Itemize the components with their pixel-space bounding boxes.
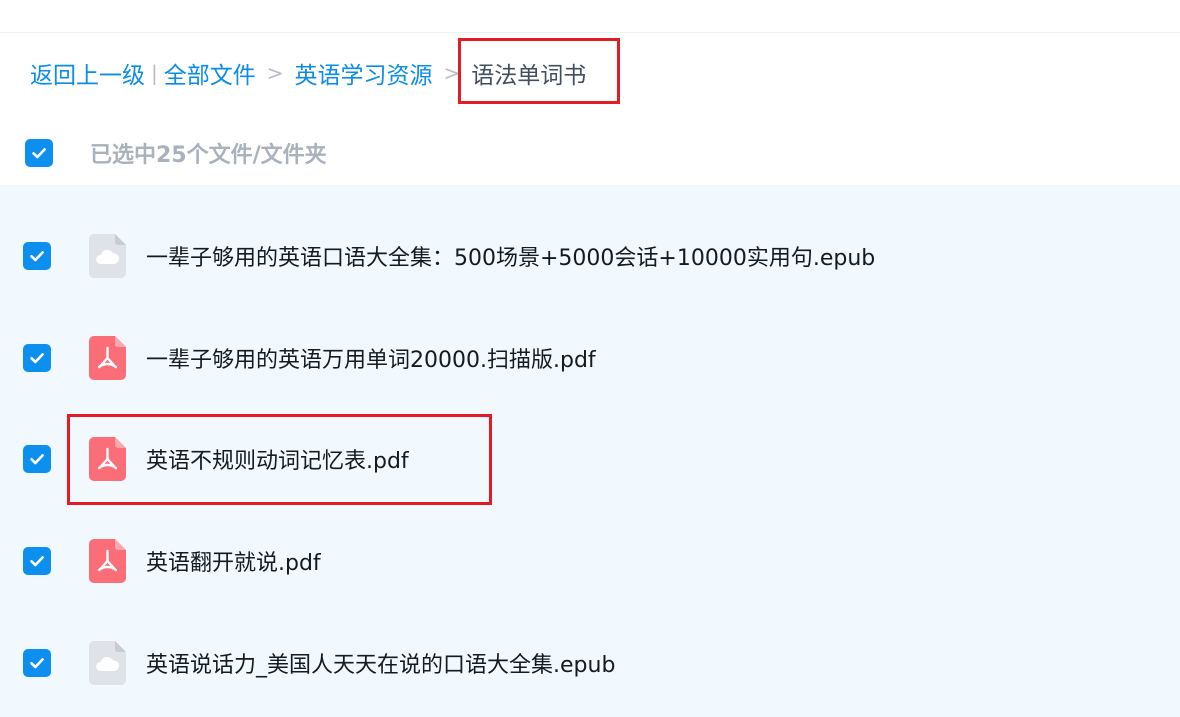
pdf-icon [89,336,126,380]
file-browser: 返回上一级 | 全部文件 > 英语学习资源 > 语法单词书 已选中25个文件/文… [0,0,1180,717]
file-checkbox[interactable] [23,649,51,677]
file-name[interactable]: 一辈子够用的英语万用单词20000.扫描版.pdf [146,342,596,374]
file-row[interactable]: 英语翻开就说.pdf [0,521,1180,601]
file-name[interactable]: 英语说话力_美国人天天在说的口语大全集.epub [146,647,615,679]
check-icon [30,658,44,669]
top-divider [0,32,1180,33]
file-name[interactable]: 英语翻开就说.pdf [146,545,321,577]
file-row[interactable]: 英语说话力_美国人天天在说的口语大全集.epub [0,623,1180,703]
check-icon [30,353,44,364]
parent-folder-link[interactable]: 英语学习资源 [295,56,433,90]
file-row[interactable]: 英语不规则动词记忆表.pdf [0,419,1180,499]
file-checkbox[interactable] [23,547,51,575]
file-checkbox[interactable] [23,344,51,372]
selection-bar: 已选中25个文件/文件夹 [0,128,1180,178]
pdf-icon [89,437,126,481]
file-name[interactable]: 一辈子够用的英语口语大全集：500场景+5000会话+10000实用句.epub [146,240,875,272]
file-row[interactable]: 一辈子够用的英语万用单词20000.扫描版.pdf [0,318,1180,398]
check-icon [30,251,44,262]
cloud-file-icon [89,234,126,278]
breadcrumb: 返回上一级 | 全部文件 > 英语学习资源 > 语法单词书 [30,56,586,90]
pdf-icon [89,539,126,583]
breadcrumb-separator: > [266,61,284,85]
file-name[interactable]: 英语不规则动词记忆表.pdf [146,443,409,475]
selection-count: 已选中25个文件/文件夹 [90,143,327,168]
file-row[interactable]: 一辈子够用的英语口语大全集：500场景+5000会话+10000实用句.epub [0,216,1180,296]
file-list: 一辈子够用的英语口语大全集：500场景+5000会话+10000实用句.epub… [0,185,1180,717]
current-folder-label: 语法单词书 [471,63,587,89]
check-icon [32,148,46,159]
back-link[interactable]: 返回上一级 [30,56,145,90]
cloud-file-icon [89,641,126,685]
all-files-link[interactable]: 全部文件 [164,56,256,90]
breadcrumb-pipe: | [151,61,158,85]
file-checkbox[interactable] [23,445,51,473]
breadcrumb-separator: > [443,61,461,85]
select-all-checkbox[interactable] [25,139,53,167]
check-icon [30,556,44,567]
check-icon [30,454,44,465]
file-checkbox[interactable] [23,242,51,270]
